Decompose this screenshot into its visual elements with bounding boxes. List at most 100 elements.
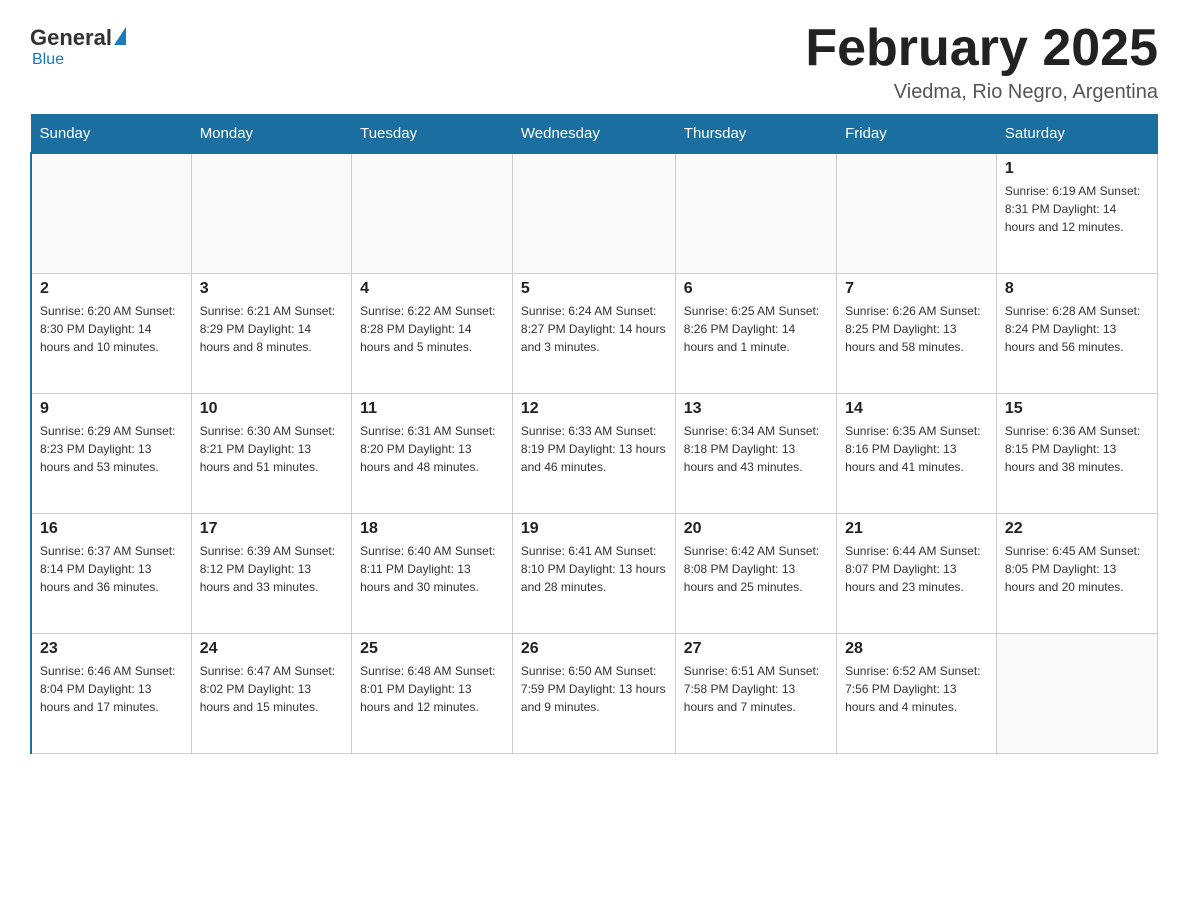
calendar-cell: 24 Sunrise: 6:47 AM Sunset: 8:02 PM Dayli… — [191, 633, 351, 753]
day-info: Sunrise: 6:22 AM Sunset: 8:28 PM Dayligh… — [360, 302, 504, 356]
day-info: Sunrise: 6:47 AM Sunset: 8:02 PM Dayligh… — [200, 662, 343, 716]
page-header: General Blue February 2025 Viedma, Rio N… — [30, 20, 1158, 104]
day-of-week-header: Friday — [837, 115, 997, 154]
calendar-cell: 2 Sunrise: 6:20 AM Sunset: 8:30 PM Daylig… — [31, 273, 191, 393]
day-number: 7 — [845, 280, 988, 298]
calendar-cell: 6 Sunrise: 6:25 AM Sunset: 8:26 PM Daylig… — [675, 273, 836, 393]
day-info: Sunrise: 6:46 AM Sunset: 8:04 PM Dayligh… — [40, 662, 183, 716]
day-info: Sunrise: 6:51 AM Sunset: 7:58 PM Dayligh… — [684, 662, 828, 716]
day-number: 28 — [845, 640, 988, 658]
calendar-week-row: 16 Sunrise: 6:37 AM Sunset: 8:14 PM Dayli… — [31, 513, 1158, 633]
day-of-week-header: Tuesday — [352, 115, 513, 154]
day-number: 12 — [521, 400, 667, 418]
day-info: Sunrise: 6:31 AM Sunset: 8:20 PM Dayligh… — [360, 422, 504, 476]
calendar-cell: 1Sunrise: 6:19 AM Sunset: 8:31 PM Daylig… — [996, 153, 1157, 273]
calendar-cell: 11 Sunrise: 6:31 AM Sunset: 8:20 PM Dayli… — [352, 393, 513, 513]
day-info: Sunrise: 6:50 AM Sunset: 7:59 PM Dayligh… — [521, 662, 667, 716]
day-of-week-header: Monday — [191, 115, 351, 154]
day-number: 26 — [521, 640, 667, 658]
day-info: Sunrise: 6:37 AM Sunset: 8:14 PM Dayligh… — [40, 542, 183, 596]
day-info: Sunrise: 6:34 AM Sunset: 8:18 PM Dayligh… — [684, 422, 828, 476]
calendar-cell: 14 Sunrise: 6:35 AM Sunset: 8:16 PM Dayli… — [837, 393, 997, 513]
day-info: Sunrise: 6:41 AM Sunset: 8:10 PM Dayligh… — [521, 542, 667, 596]
calendar-cell: 18 Sunrise: 6:40 AM Sunset: 8:11 PM Dayli… — [352, 513, 513, 633]
title-block: February 2025 Viedma, Rio Negro, Argenti… — [805, 20, 1158, 104]
day-number: 22 — [1005, 520, 1149, 538]
calendar-cell: 27 Sunrise: 6:51 AM Sunset: 7:58 PM Dayli… — [675, 633, 836, 753]
day-of-week-header: Saturday — [996, 115, 1157, 154]
calendar-cell — [512, 153, 675, 273]
calendar-cell: 3Sunrise: 6:21 AM Sunset: 8:29 PM Daylig… — [191, 273, 351, 393]
day-of-week-header: Sunday — [31, 115, 191, 154]
day-number: 11 — [360, 400, 504, 418]
calendar-cell: 7 Sunrise: 6:26 AM Sunset: 8:25 PM Daylig… — [837, 273, 997, 393]
calendar-cell: 23Sunrise: 6:46 AM Sunset: 8:04 PM Dayli… — [31, 633, 191, 753]
calendar-cell: 12 Sunrise: 6:33 AM Sunset: 8:19 PM Dayli… — [512, 393, 675, 513]
day-number: 13 — [684, 400, 828, 418]
day-of-week-header: Wednesday — [512, 115, 675, 154]
calendar-cell: 25 Sunrise: 6:48 AM Sunset: 8:01 PM Dayli… — [352, 633, 513, 753]
calendar-header: SundayMondayTuesdayWednesdayThursdayFrid… — [31, 115, 1158, 154]
day-of-week-header: Thursday — [675, 115, 836, 154]
day-number: 17 — [200, 520, 343, 538]
day-info: Sunrise: 6:39 AM Sunset: 8:12 PM Dayligh… — [200, 542, 343, 596]
calendar-cell: 9 Sunrise: 6:29 AM Sunset: 8:23 PM Daylig… — [31, 393, 191, 513]
day-info: Sunrise: 6:40 AM Sunset: 8:11 PM Dayligh… — [360, 542, 504, 596]
day-number: 16 — [40, 520, 183, 538]
calendar-cell: 26 Sunrise: 6:50 AM Sunset: 7:59 PM Dayli… — [512, 633, 675, 753]
calendar-cell — [31, 153, 191, 273]
calendar-cell: 16 Sunrise: 6:37 AM Sunset: 8:14 PM Dayli… — [31, 513, 191, 633]
calendar-cell: 17 Sunrise: 6:39 AM Sunset: 8:12 PM Dayli… — [191, 513, 351, 633]
day-number: 18 — [360, 520, 504, 538]
day-number: 27 — [684, 640, 828, 658]
calendar-table: SundayMondayTuesdayWednesdayThursdayFrid… — [30, 114, 1158, 754]
calendar-cell — [675, 153, 836, 273]
day-info: Sunrise: 6:42 AM Sunset: 8:08 PM Dayligh… — [684, 542, 828, 596]
logo: General Blue — [30, 20, 126, 69]
calendar-week-row: 9 Sunrise: 6:29 AM Sunset: 8:23 PM Daylig… — [31, 393, 1158, 513]
calendar-week-row: 2 Sunrise: 6:20 AM Sunset: 8:30 PM Daylig… — [31, 273, 1158, 393]
day-info: Sunrise: 6:36 AM Sunset: 8:15 PM Dayligh… — [1005, 422, 1149, 476]
calendar-cell: 21 Sunrise: 6:44 AM Sunset: 8:07 PM Dayli… — [837, 513, 997, 633]
day-info: Sunrise: 6:35 AM Sunset: 8:16 PM Dayligh… — [845, 422, 988, 476]
calendar-title: February 2025 — [805, 20, 1158, 77]
day-number: 2 — [40, 280, 183, 298]
calendar-week-row: 23Sunrise: 6:46 AM Sunset: 8:04 PM Dayli… — [31, 633, 1158, 753]
day-info: Sunrise: 6:48 AM Sunset: 8:01 PM Dayligh… — [360, 662, 504, 716]
day-info: Sunrise: 6:33 AM Sunset: 8:19 PM Dayligh… — [521, 422, 667, 476]
logo-blue-text: Blue — [32, 51, 64, 68]
calendar-body: 1Sunrise: 6:19 AM Sunset: 8:31 PM Daylig… — [31, 153, 1158, 753]
calendar-cell: 15 Sunrise: 6:36 AM Sunset: 8:15 PM Dayli… — [996, 393, 1157, 513]
days-of-week-row: SundayMondayTuesdayWednesdayThursdayFrid… — [31, 115, 1158, 154]
calendar-cell — [996, 633, 1157, 753]
calendar-cell — [837, 153, 997, 273]
day-number: 9 — [40, 400, 183, 418]
calendar-cell — [352, 153, 513, 273]
day-number: 21 — [845, 520, 988, 538]
calendar-cell: 28 Sunrise: 6:52 AM Sunset: 7:56 PM Dayli… — [837, 633, 997, 753]
day-number: 24 — [200, 640, 343, 658]
day-number: 14 — [845, 400, 988, 418]
day-number: 25 — [360, 640, 504, 658]
day-number: 6 — [684, 280, 828, 298]
calendar-cell: 13 Sunrise: 6:34 AM Sunset: 8:18 PM Dayli… — [675, 393, 836, 513]
calendar-subtitle: Viedma, Rio Negro, Argentina — [805, 81, 1158, 104]
day-info: Sunrise: 6:20 AM Sunset: 8:30 PM Dayligh… — [40, 302, 183, 356]
day-number: 20 — [684, 520, 828, 538]
day-number: 5 — [521, 280, 667, 298]
day-info: Sunrise: 6:45 AM Sunset: 8:05 PM Dayligh… — [1005, 542, 1149, 596]
day-info: Sunrise: 6:26 AM Sunset: 8:25 PM Dayligh… — [845, 302, 988, 356]
day-number: 15 — [1005, 400, 1149, 418]
day-info: Sunrise: 6:25 AM Sunset: 8:26 PM Dayligh… — [684, 302, 828, 356]
calendar-cell: 20 Sunrise: 6:42 AM Sunset: 8:08 PM Dayli… — [675, 513, 836, 633]
day-info: Sunrise: 6:19 AM Sunset: 8:31 PM Dayligh… — [1005, 182, 1149, 236]
day-info: Sunrise: 6:52 AM Sunset: 7:56 PM Dayligh… — [845, 662, 988, 716]
calendar-cell: 5Sunrise: 6:24 AM Sunset: 8:27 PM Daylig… — [512, 273, 675, 393]
day-info: Sunrise: 6:29 AM Sunset: 8:23 PM Dayligh… — [40, 422, 183, 476]
calendar-cell: 22 Sunrise: 6:45 AM Sunset: 8:05 PM Dayli… — [996, 513, 1157, 633]
day-number: 4 — [360, 280, 504, 298]
logo-triangle-icon — [114, 27, 126, 45]
day-number: 19 — [521, 520, 667, 538]
day-number: 10 — [200, 400, 343, 418]
day-info: Sunrise: 6:44 AM Sunset: 8:07 PM Dayligh… — [845, 542, 988, 596]
